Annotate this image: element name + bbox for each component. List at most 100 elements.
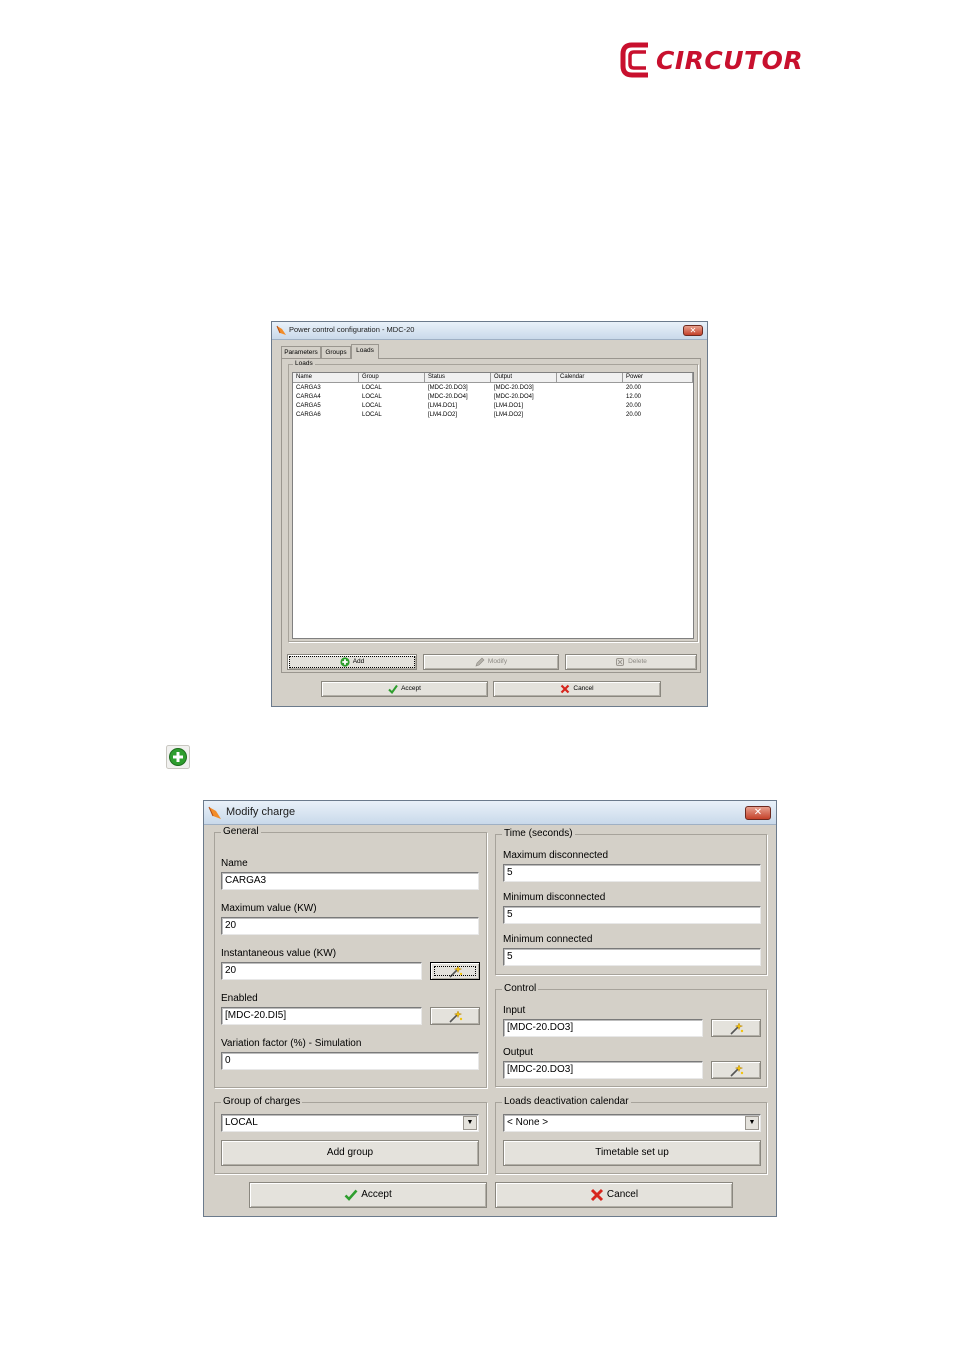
name-label: Name: [221, 858, 248, 869]
cell-status: [MDC-20.DO3]: [428, 385, 468, 391]
control-input-field[interactable]: [MDC-20.DO3]: [503, 1019, 703, 1037]
add-label: Add: [352, 658, 365, 665]
timetable-setup-button[interactable]: Timetable set up: [503, 1140, 761, 1166]
enabled-input[interactable]: [MDC-20.DI5]: [221, 1007, 422, 1025]
wand-icon: [449, 1010, 463, 1023]
title-bar: Power control configuration - MDC-20 ✕: [272, 322, 707, 340]
timetable-setup-label: Timetable set up: [595, 1147, 669, 1158]
calendar-select[interactable]: < None > ▼: [503, 1114, 761, 1132]
cell-status: [LM4.DO1]: [428, 403, 458, 409]
instantaneous-pick-button[interactable]: [430, 962, 480, 980]
min-disconnected-input[interactable]: 5: [503, 906, 761, 924]
max-value-label: Maximum value (KW): [221, 903, 317, 914]
general-group: General: [214, 826, 487, 1088]
cell-power: 20.00: [626, 403, 642, 409]
accept-button[interactable]: Accept: [321, 681, 488, 697]
logo-text: CIRCUTOR: [656, 46, 804, 75]
add-icon: [340, 657, 350, 667]
group-select[interactable]: LOCAL ▼: [221, 1114, 479, 1132]
column-header-calendar[interactable]: Calendar: [557, 373, 623, 383]
chevron-down-icon[interactable]: ▼: [745, 1116, 759, 1130]
accept-button[interactable]: Accept: [249, 1182, 487, 1208]
min-connected-label: Minimum connected: [503, 934, 593, 945]
wand-icon: [730, 1022, 744, 1035]
wand-icon: [449, 965, 463, 978]
variation-factor-input[interactable]: 0: [221, 1052, 479, 1070]
cancel-icon: [561, 684, 570, 694]
cancel-button[interactable]: Cancel: [495, 1182, 733, 1208]
pencil-icon: [475, 657, 485, 667]
close-icon: ✕: [689, 326, 697, 335]
min-connected-input[interactable]: 5: [503, 948, 761, 966]
table-row[interactable]: CARGA3 LOCAL [MDC-20.DO3] [MDC-20.DO3] 2…: [293, 384, 693, 393]
cell-name: CARGA3: [296, 385, 321, 391]
instantaneous-value-input[interactable]: 20: [221, 962, 422, 980]
control-input-pick-button[interactable]: [711, 1019, 761, 1037]
general-legend: General: [221, 826, 261, 838]
app-icon: [208, 806, 221, 819]
max-value-input[interactable]: 20: [221, 917, 479, 935]
cell-power: 20.00: [626, 412, 642, 418]
cell-name: CARGA5: [296, 403, 321, 409]
table-row[interactable]: CARGA4 LOCAL [MDC-20.DO4] [MDC-20.DO4] 1…: [293, 393, 693, 402]
tab-parameters[interactable]: Parameters: [281, 346, 321, 358]
cell-output: [MDC-20.DO4]: [494, 394, 534, 400]
cell-output: [LM4.DO1]: [494, 403, 524, 409]
column-header-status[interactable]: Status: [425, 373, 491, 383]
window-title: Power control configuration - MDC-20: [289, 325, 415, 334]
modify-button[interactable]: Modify: [423, 654, 559, 670]
column-header-power[interactable]: Power: [623, 373, 693, 383]
cell-power: 20.00: [626, 385, 642, 391]
cell-power: 12.00: [626, 394, 642, 400]
cell-group: LOCAL: [362, 403, 382, 409]
tab-loads[interactable]: Loads: [351, 344, 379, 359]
cell-group: LOCAL: [362, 412, 382, 418]
add-icon: [166, 745, 190, 769]
control-output-field[interactable]: [MDC-20.DO3]: [503, 1061, 703, 1079]
table-row[interactable]: CARGA5 LOCAL [LM4.DO1] [LM4.DO1] 20.00: [293, 402, 693, 411]
cell-group: LOCAL: [362, 394, 382, 400]
modify-charge-window: Modify charge ✕ General Name CARGA3 Maxi…: [203, 800, 777, 1217]
title-bar: Modify charge ✕: [204, 801, 776, 825]
instantaneous-value-label: Instantaneous value (KW): [221, 948, 337, 959]
checkmark-icon: [388, 684, 398, 694]
column-header-name[interactable]: Name: [293, 373, 359, 383]
close-button[interactable]: ✕: [683, 325, 703, 336]
time-legend: Time (seconds): [502, 828, 575, 840]
close-button[interactable]: ✕: [745, 806, 771, 820]
control-input-label: Input: [503, 1005, 526, 1016]
list-header: Name Group Status Output Calendar Power: [293, 373, 693, 383]
loads-tab-panel: Loads Name Group Status Output Calendar …: [281, 358, 701, 673]
power-control-window: Power control configuration - MDC-20 ✕ P…: [271, 321, 708, 707]
cell-name: CARGA6: [296, 412, 321, 418]
calendar-legend: Loads deactivation calendar: [502, 1096, 631, 1108]
calendar-selected-value: < None >: [507, 1117, 549, 1128]
delete-icon: [616, 658, 625, 666]
close-icon: ✕: [753, 807, 763, 818]
cell-output: [MDC-20.DO3]: [494, 385, 534, 391]
loads-list[interactable]: Name Group Status Output Calendar Power …: [292, 372, 694, 639]
column-header-group[interactable]: Group: [359, 373, 425, 383]
cell-name: CARGA4: [296, 394, 321, 400]
add-group-button[interactable]: Add group: [221, 1140, 479, 1166]
table-row[interactable]: CARGA6 LOCAL [LM4.DO2] [LM4.DO2] 20.00: [293, 411, 693, 420]
column-header-output[interactable]: Output: [491, 373, 557, 383]
loads-group-label: Loads: [293, 360, 315, 367]
accept-label: Accept: [361, 1189, 392, 1200]
name-input[interactable]: CARGA3: [221, 872, 479, 890]
circutor-logo-mark: [620, 42, 648, 78]
max-disconnected-input[interactable]: 5: [503, 864, 761, 882]
chevron-down-icon[interactable]: ▼: [463, 1116, 477, 1130]
control-legend: Control: [502, 983, 539, 995]
cancel-button[interactable]: Cancel: [493, 681, 661, 697]
cell-output: [LM4.DO2]: [494, 412, 524, 418]
tab-groups[interactable]: Groups: [321, 346, 351, 358]
group-selected-value: LOCAL: [225, 1117, 258, 1128]
accept-label: Accept: [401, 685, 421, 692]
cancel-icon: [590, 1188, 603, 1202]
min-disconnected-label: Minimum disconnected: [503, 892, 606, 903]
control-output-pick-button[interactable]: [711, 1061, 761, 1079]
delete-button[interactable]: Delete: [565, 654, 697, 670]
add-button[interactable]: Add: [287, 654, 417, 670]
enabled-pick-button[interactable]: [430, 1007, 480, 1025]
